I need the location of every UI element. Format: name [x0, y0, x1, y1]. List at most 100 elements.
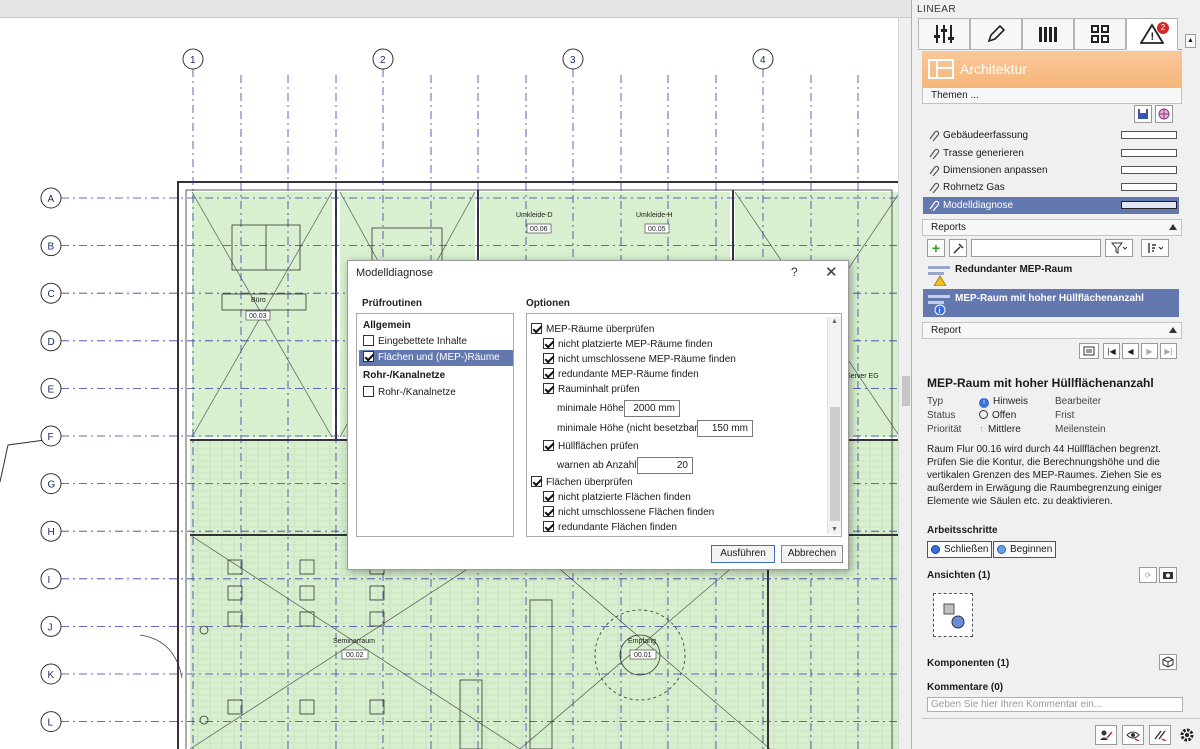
comments-label: Kommentare (0)	[927, 682, 1004, 693]
begin-step-button[interactable]: Beginnen	[993, 541, 1057, 558]
min-height-unused-input[interactable]: 150 mm	[697, 420, 753, 437]
routine-areas-checkbox[interactable]	[363, 351, 374, 362]
warn-from-label: warnen ab Anzahl	[557, 460, 637, 471]
scroll-down-icon[interactable]: ▼	[831, 526, 838, 533]
cancel-button[interactable]: Abbrechen	[781, 545, 843, 563]
svg-text:4: 4	[760, 55, 766, 66]
option-volume-check[interactable]: Rauminhalt prüfen	[543, 383, 640, 397]
save-icon[interactable]	[1134, 105, 1152, 123]
svg-text:Empfang: Empfang	[628, 638, 656, 645]
tab-warnings[interactable]: ! 2	[1126, 18, 1178, 50]
svg-text:00.06: 00.06	[530, 226, 548, 233]
cube-icon[interactable]	[1159, 654, 1177, 670]
svg-text:E: E	[48, 384, 55, 395]
tab-library[interactable]	[1022, 18, 1074, 50]
option-hull-check[interactable]: Hüllflächen prüfen	[543, 440, 639, 454]
canvas-vertical-scrollbar[interactable]	[898, 18, 911, 749]
type-value: i Hinweis	[979, 396, 1028, 408]
grid-bubble-column: 2	[372, 48, 394, 70]
milestone-key: Meilenstein	[1055, 424, 1106, 435]
svg-text:00.05: 00.05	[648, 226, 666, 233]
svg-text:J: J	[48, 622, 53, 633]
tab-settings[interactable]	[918, 18, 970, 50]
modelldiagnose-dialog: Modelldiagnose ? ✕ Prüfroutinen Optionen…	[347, 260, 849, 570]
option-mep-redundant[interactable]: redundante MEP-Räume finden	[543, 368, 699, 382]
reports-section[interactable]: Reports	[922, 219, 1182, 236]
view-icon	[943, 603, 965, 629]
report-warning-icon	[928, 266, 950, 286]
palette-icon[interactable]	[1155, 105, 1173, 123]
option-areas-unplaced[interactable]: nicht platzierte Flächen finden	[543, 491, 691, 505]
warn-from-input[interactable]: 20	[637, 457, 693, 474]
theme-rohrnetz-gas[interactable]: Rohrnetz Gas	[923, 179, 1179, 196]
routine-embedded-checkbox[interactable]	[363, 335, 374, 346]
pipette-icon[interactable]	[949, 239, 967, 257]
report-item-hull-faces[interactable]: i MEP-Raum mit hoher Hüllflächenanzahl	[923, 289, 1179, 317]
svg-text:Umkleide-H: Umkleide-H	[636, 212, 673, 219]
report-document-icon[interactable]	[1079, 343, 1099, 359]
routine-embedded-content[interactable]: Eingebettete Inhalte	[359, 334, 513, 350]
routine-networks[interactable]: Rohr-/Kanalnetze	[359, 385, 513, 401]
option-mep-unplaced[interactable]: nicht platzierte MEP-Räume finden	[543, 338, 713, 352]
comment-input[interactable]: Geben Sie hier Ihren Kommentar ein...	[927, 697, 1183, 712]
pin-icon	[929, 165, 940, 176]
discipline-banner: Architektur	[922, 51, 1182, 87]
option-areas-redundant[interactable]: redundante Flächen finden	[543, 521, 677, 535]
view-link-icon[interactable]: ⟳	[1139, 567, 1157, 583]
reports-header: Reports	[931, 222, 967, 233]
people-icon[interactable]	[1095, 725, 1117, 745]
run-button[interactable]: Ausführen	[711, 545, 775, 563]
svg-text:C: C	[48, 289, 55, 300]
options-scrollbar[interactable]: ▲ ▼	[827, 317, 841, 534]
grid-bubble-row: D	[40, 330, 62, 352]
theme-trasse[interactable]: Trasse generieren	[923, 145, 1179, 162]
next-report-icon[interactable]: ▶	[1141, 343, 1158, 359]
tab-edit[interactable]	[970, 18, 1022, 50]
tab-grid[interactable]	[1074, 18, 1126, 50]
option-areas-check[interactable]: Flächen überprüfen	[531, 476, 633, 490]
grid-bubble-column: 4	[752, 48, 774, 70]
report-search-input[interactable]	[971, 239, 1101, 257]
option-areas-unclosed[interactable]: nicht umschlossene Flächen finden	[543, 506, 714, 520]
canvas-scroll-thumb[interactable]	[902, 376, 910, 406]
svg-text:F: F	[48, 432, 54, 443]
options-scroll-thumb[interactable]	[830, 407, 840, 521]
svg-text:G: G	[48, 480, 56, 491]
settings-gear-icon[interactable]	[1176, 725, 1198, 745]
collapse-icon	[1169, 224, 1177, 230]
first-report-icon[interactable]: |◀	[1103, 343, 1120, 359]
routine-areas-mep-rooms[interactable]: Flächen und (MEP-)Räume	[359, 350, 513, 366]
theme-modelldiagnose[interactable]: Modelldiagnose	[923, 197, 1179, 214]
scroll-up-icon[interactable]: ▲	[831, 318, 838, 325]
prev-report-icon[interactable]: ◀	[1122, 343, 1139, 359]
theme-dimensionen[interactable]: Dimensionen anpassen	[923, 162, 1179, 179]
theme-gebaeudeerfassung[interactable]: Gebäudeerfassung	[923, 127, 1179, 144]
grid-bubble-row: B	[40, 235, 62, 257]
add-report-icon[interactable]: +	[927, 239, 945, 257]
option-mep-check[interactable]: MEP-Räume überprüfen	[531, 323, 654, 337]
hide-icon[interactable]	[1149, 725, 1171, 745]
steps-label: Arbeitsschritte	[927, 525, 998, 536]
camera-icon[interactable]	[1159, 567, 1177, 583]
grid-bubble-row: K	[40, 663, 62, 685]
option-mep-unclosed[interactable]: nicht umschlossene MEP-Räume finden	[543, 353, 736, 367]
min-height-unused-label: minimale Höhe (nicht besetzbar)	[557, 423, 701, 434]
close-icon[interactable]: ✕	[825, 263, 838, 281]
report-info-icon: i	[928, 295, 950, 315]
min-height-input[interactable]: 2000 mm	[624, 400, 680, 417]
report-section[interactable]: Report	[922, 322, 1182, 339]
last-report-icon[interactable]: ▶|	[1160, 343, 1177, 359]
view-thumbnail[interactable]	[933, 593, 973, 637]
routine-networks-checkbox[interactable]	[363, 386, 374, 397]
themes-dropdown[interactable]: Themen ...	[922, 87, 1182, 104]
grid-bubble-row: F	[40, 425, 62, 447]
info-icon: i	[979, 398, 989, 408]
panel-scroll-up-icon[interactable]: ▲	[1185, 34, 1196, 48]
themes-header: Themen ...	[931, 90, 979, 101]
eye-icon[interactable]	[1122, 725, 1144, 745]
sort-icon[interactable]	[1141, 239, 1169, 257]
close-step-button[interactable]: Schließen	[927, 541, 993, 558]
report-item-redundant[interactable]: Redundanter MEP-Raum	[923, 260, 1179, 288]
filter-icon[interactable]	[1105, 239, 1133, 257]
help-button[interactable]: ?	[791, 265, 798, 279]
